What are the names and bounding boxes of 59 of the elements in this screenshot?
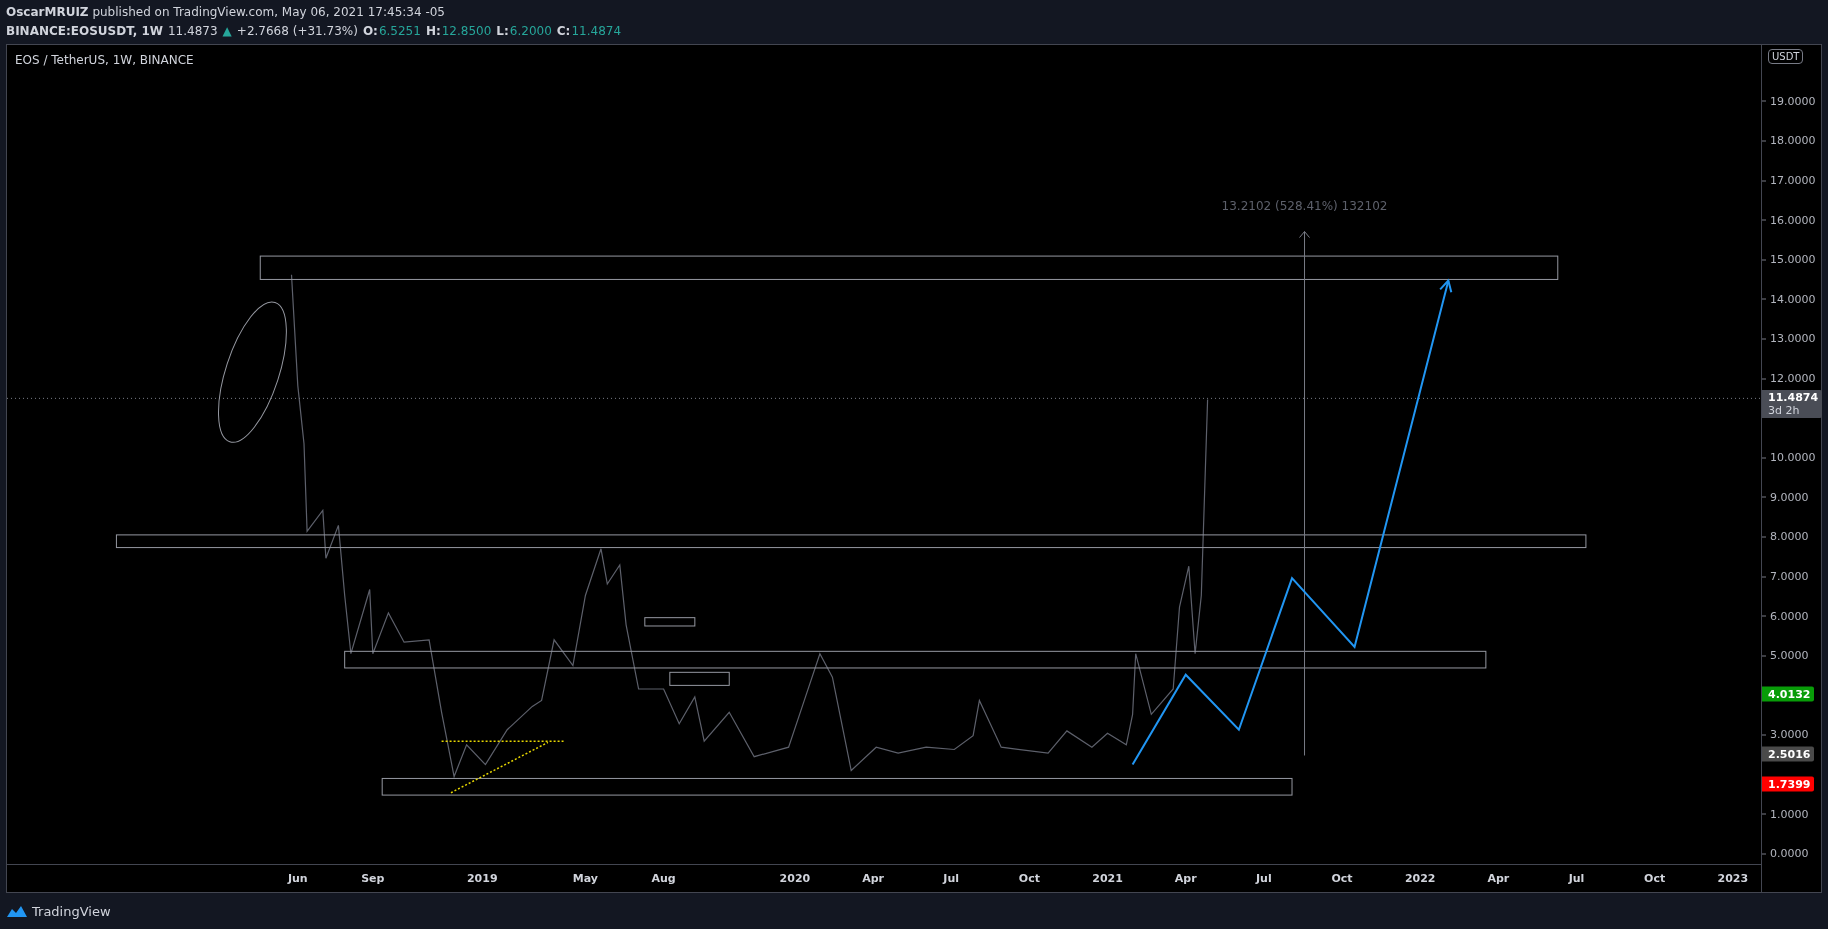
last-price: 11.4873 (168, 23, 218, 40)
ohlc-value: 11.4874 (571, 23, 622, 40)
y-axis-label: 3.0000 (1762, 728, 1809, 741)
y-axis-label: 7.0000 (1762, 569, 1809, 583)
x-axis-label: Apr (862, 872, 884, 885)
ohlc-label: H: (425, 23, 441, 40)
x-axis-label: Oct (1018, 872, 1040, 885)
x-axis-label: 2019 (466, 872, 498, 885)
change-arrow: ▲ (222, 23, 232, 40)
x-axis-label: Jun (287, 872, 308, 885)
chart-title: EOS / TetherUS, 1W, BINANCE (15, 53, 194, 67)
x-axis-label: Jul (943, 872, 960, 885)
x-axis-label: Jul (1256, 872, 1272, 885)
y-axis-label: 6.0000 (1762, 609, 1809, 623)
y-axis-label: 18.0000 (1762, 133, 1816, 147)
ohlc-label: C: (556, 23, 571, 40)
y-axis-label: 13.0000 (1762, 331, 1816, 345)
zone-rectangle (669, 671, 730, 686)
y-axis-label: 10.0000 (1762, 450, 1816, 464)
y-axis-label: 15.0000 (1762, 252, 1816, 266)
x-axis-label: Oct (1331, 872, 1353, 885)
price-change: +2.7668 (+31.73%) (236, 23, 358, 40)
y-axis-label: 17.0000 (1762, 173, 1816, 187)
x-axis-label: Oct (1644, 872, 1666, 885)
ohlc-value: 12.8500 (441, 23, 492, 40)
price-label: 11.4874 3d 2h (1762, 390, 1823, 419)
logo-icon (6, 904, 28, 918)
measure-label: 13.2102 (528.41%) 132102 (1221, 198, 1388, 213)
currency-button[interactable]: USDT (1768, 49, 1804, 64)
ohlc-value: 6.2000 (509, 23, 552, 40)
y-axis-label: 16.0000 (1762, 213, 1816, 227)
symbol-label: BINANCE:EOSUSDT, 1W (6, 23, 163, 40)
ohlc-value: 6.5251 (378, 23, 421, 40)
price-label: 1.7399 (1762, 776, 1815, 792)
x-axis-label: 2021 (1092, 872, 1123, 885)
zone-rectangle (644, 617, 696, 627)
publish-info: OscarMRUIZ published on TradingView.com, May 06, 2021 17:45:34 -05 (6, 4, 445, 21)
price-label: 2.5016 (1762, 746, 1815, 762)
x-axis-label: Apr (1487, 872, 1510, 885)
x-axis-label: Jul (1568, 872, 1585, 885)
x-axis-label: 2023 (1717, 872, 1749, 885)
y-axis-label: 14.0000 (1762, 292, 1816, 306)
y-axis-label: 12.0000 (1762, 371, 1816, 385)
x-axis-label: 2022 (1404, 872, 1436, 885)
y-axis-label: 1.0000 (1762, 807, 1809, 821)
y-axis-label: 8.0000 (1762, 529, 1809, 543)
x-axis-label: Sep (361, 872, 385, 885)
y-axis-label: 19.0000 (1762, 94, 1816, 108)
price-label: 4.0132 (1762, 686, 1815, 702)
x-axis-label: May (572, 872, 598, 885)
y-axis-label: 9.0000 (1762, 490, 1809, 504)
x-axis-label: Apr (1174, 872, 1197, 885)
y-axis-label: 0.0000 (1762, 846, 1809, 860)
ohlc-label: L: (496, 23, 509, 40)
brand-name: TradingView (32, 903, 111, 919)
x-axis-label: Aug (651, 872, 676, 885)
y-axis-label: 5.0000 (1762, 648, 1809, 662)
ohlc-label: O: (362, 23, 378, 40)
x-axis-label: 2020 (779, 872, 811, 885)
